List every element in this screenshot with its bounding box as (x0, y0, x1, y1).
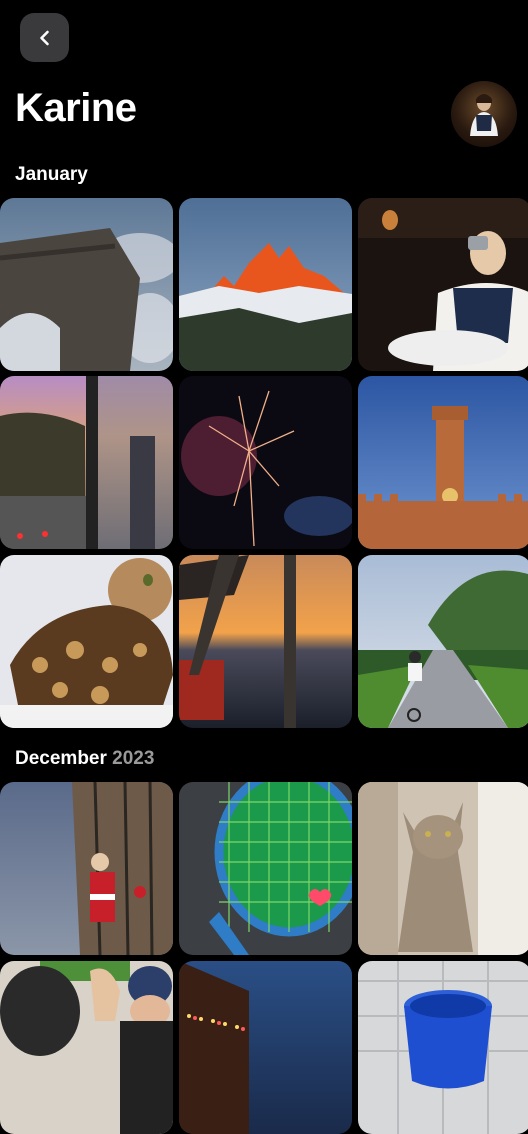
photo-person-with-camera[interactable] (358, 198, 528, 371)
section-year: 2023 (112, 748, 155, 769)
photo-orange-mountain-peaks[interactable] (179, 198, 352, 371)
photo-gorilla-statue-people[interactable] (0, 961, 173, 1134)
photo-sunset-city-window[interactable] (0, 376, 173, 549)
photo-dusk-sea-lights[interactable] (179, 961, 352, 1134)
photo-cat-in-leopard-sweater[interactable] (0, 555, 173, 728)
photo-blue-bucket-tiles[interactable] (358, 961, 528, 1134)
photo-santa-decoration-building[interactable] (0, 782, 173, 955)
section-header-january: January (15, 165, 88, 184)
page-title: Karine (15, 86, 137, 130)
section-header-december-2023: December 2023 (15, 749, 154, 768)
photo-clock-tower[interactable] (358, 376, 528, 549)
chevron-left-icon (39, 30, 49, 45)
photo-cyclist-on-path[interactable] (358, 555, 528, 728)
photo-fireworks[interactable] (179, 376, 352, 549)
photo-tennis-racket[interactable] (179, 782, 352, 955)
photo-sunset-over-sea-ferris-wheel[interactable] (179, 555, 352, 728)
avatar[interactable] (451, 81, 517, 147)
section-month: January (15, 164, 88, 185)
photo-abyssinian-cat[interactable] (358, 782, 528, 955)
photo-arch-monument[interactable] (0, 198, 173, 371)
section-month: December (15, 748, 107, 769)
back-button[interactable] (20, 13, 69, 62)
